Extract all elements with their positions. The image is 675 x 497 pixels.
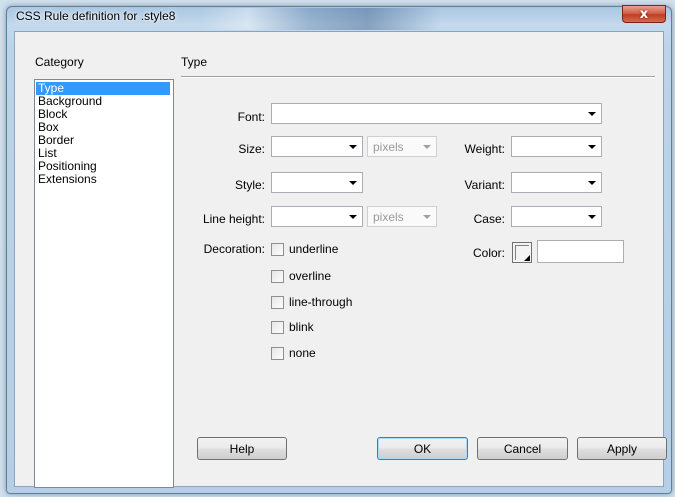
chevron-down-icon [588, 181, 596, 185]
category-item-extensions[interactable]: Extensions [36, 173, 170, 186]
dialog-body: Category Type Type Background Block Box … [14, 31, 667, 488]
variant-select[interactable] [511, 172, 602, 193]
style-select[interactable] [271, 172, 363, 193]
line-height-label: Line height: [202, 212, 265, 226]
size-unit-value: pixels [373, 140, 404, 154]
apply-button[interactable]: Apply [577, 437, 667, 460]
corner-arrow-icon [524, 255, 530, 261]
line-height-unit-value: pixels [373, 210, 404, 224]
chevron-down-icon [423, 215, 431, 219]
size-label: Size: [238, 142, 265, 156]
font-select[interactable] [271, 103, 602, 124]
none-label: none [289, 346, 316, 360]
size-select[interactable] [271, 136, 363, 157]
category-list[interactable]: Type Background Block Box Border List Po… [34, 79, 174, 488]
heading-divider [181, 76, 655, 78]
decoration-label: Decoration: [203, 242, 265, 256]
chevron-down-icon [588, 145, 596, 149]
none-checkbox[interactable] [271, 347, 284, 360]
variant-label: Variant: [464, 178, 505, 192]
underline-checkbox[interactable] [271, 243, 284, 256]
ok-button[interactable]: OK [377, 437, 468, 460]
close-button[interactable]: x [622, 5, 666, 23]
underline-label: underline [289, 242, 339, 256]
chevron-down-icon [588, 215, 596, 219]
case-label: Case: [473, 212, 505, 226]
blink-label: blink [289, 320, 314, 334]
case-select[interactable] [511, 206, 602, 227]
chevron-down-icon [588, 112, 596, 116]
font-label: Font: [237, 110, 265, 124]
overline-label: overline [289, 269, 332, 283]
weight-label: Weight: [464, 142, 505, 156]
help-button[interactable]: Help [197, 437, 287, 460]
style-label: Style: [234, 178, 265, 192]
window-title: CSS Rule definition for .style8 [16, 9, 176, 23]
line-through-label: line-through [289, 295, 353, 309]
line-through-checkbox[interactable] [271, 296, 284, 309]
overline-checkbox[interactable] [271, 270, 284, 283]
category-heading: Category [35, 55, 84, 69]
color-input[interactable] [537, 240, 624, 263]
chevron-down-icon [349, 145, 357, 149]
cancel-button[interactable]: Cancel [477, 437, 568, 460]
titlebar-decoration [200, 8, 440, 30]
chevron-down-icon [423, 145, 431, 149]
blink-checkbox[interactable] [271, 321, 284, 334]
chevron-down-icon [349, 181, 357, 185]
size-unit-select[interactable]: pixels [367, 136, 437, 157]
chevron-down-icon [349, 215, 357, 219]
color-picker-button[interactable] [512, 242, 532, 263]
line-height-select[interactable] [271, 206, 363, 227]
weight-select[interactable] [511, 136, 602, 157]
color-label: Color: [472, 246, 505, 260]
panel-heading: Type [181, 55, 208, 69]
line-height-unit-select[interactable]: pixels [367, 206, 437, 227]
close-icon: x [639, 6, 649, 22]
